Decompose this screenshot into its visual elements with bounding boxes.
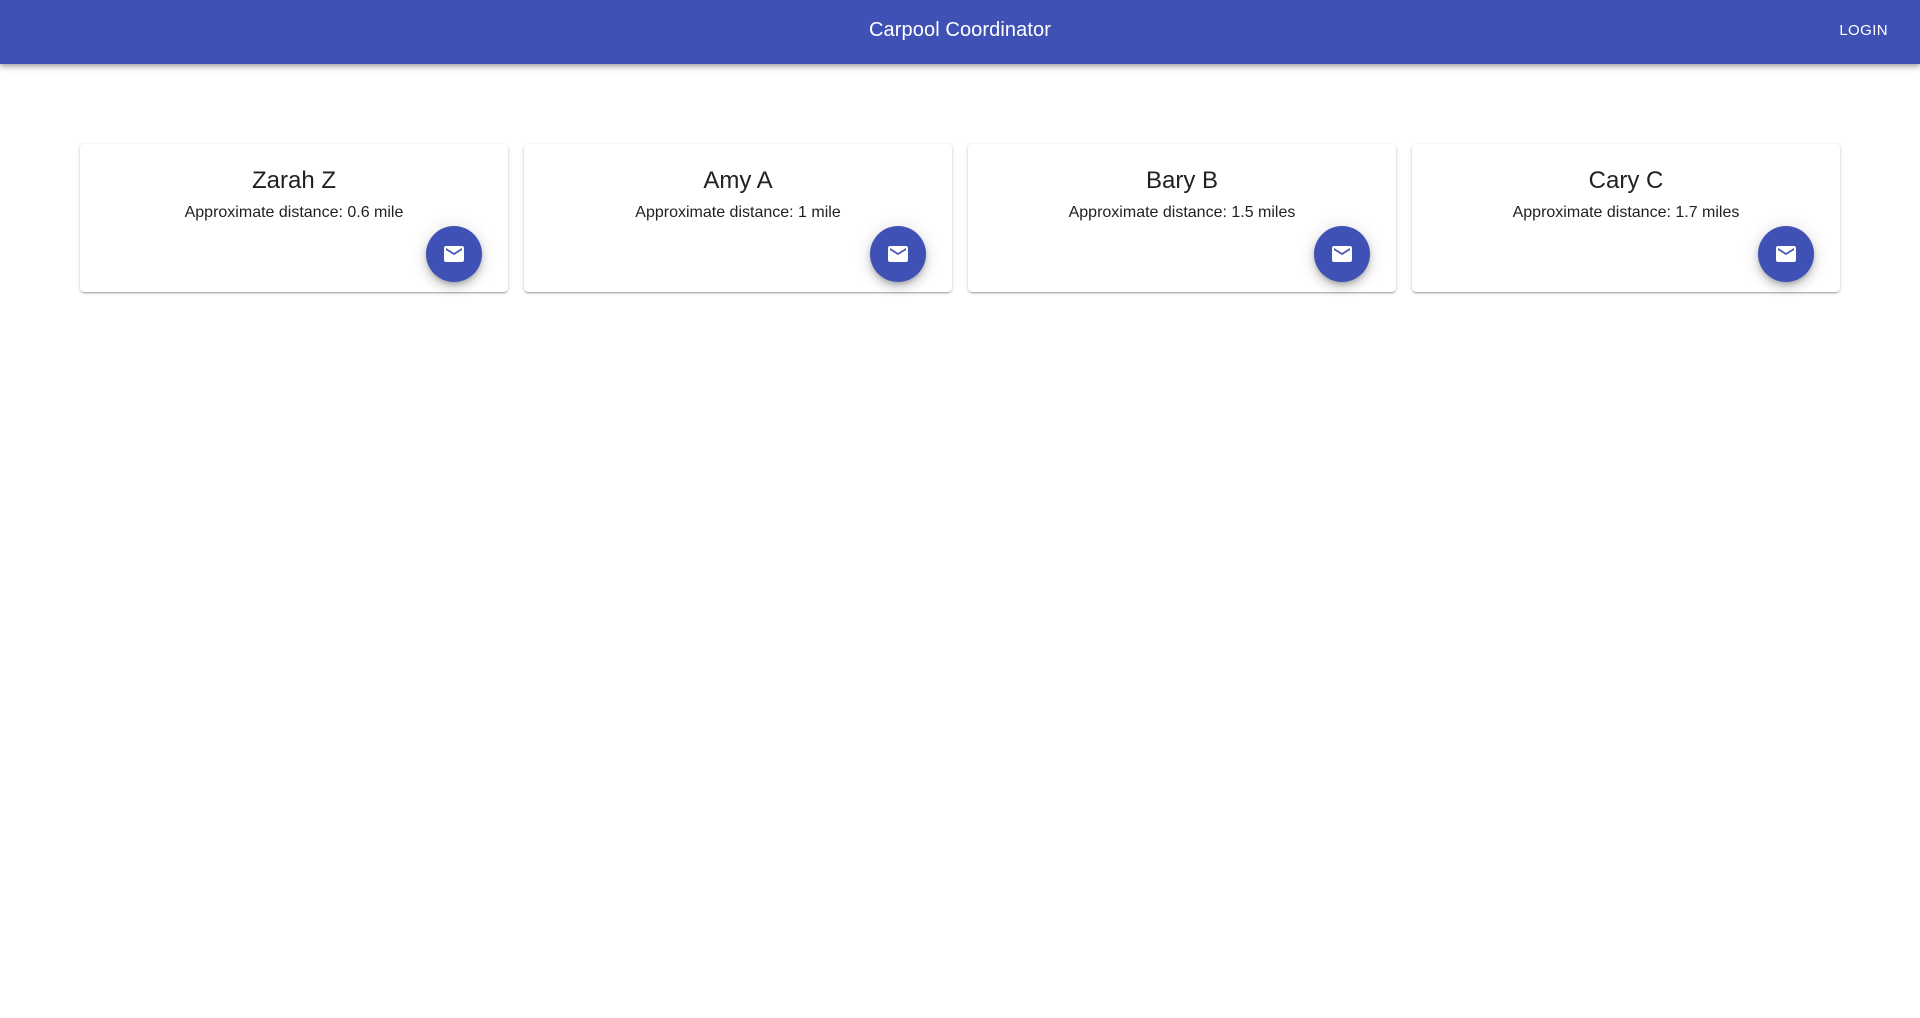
email-button[interactable] [1758, 226, 1814, 282]
email-button[interactable] [426, 226, 482, 282]
mail-icon [444, 246, 464, 262]
app-bar: Carpool Coordinator LOGIN [0, 0, 1920, 64]
mail-icon [1332, 246, 1352, 262]
rider-distance: Approximate distance: 0.6 mile [184, 204, 404, 221]
rider-name: Amy A [703, 167, 773, 194]
login-button[interactable]: LOGIN [1827, 14, 1900, 48]
mail-icon [1776, 246, 1796, 262]
rider-distance: Approximate distance: 1.5 miles [1068, 204, 1296, 221]
mail-icon [888, 246, 908, 262]
rider-name: Bary B [1145, 167, 1219, 194]
rider-card: Bary B Approximate distance: 1.5 miles [968, 144, 1396, 292]
rider-distance: Approximate distance: 1.7 miles [1512, 204, 1740, 221]
rider-distance: Approximate distance: 1 mile [635, 204, 841, 221]
email-button[interactable] [1314, 226, 1370, 282]
rider-card: Amy A Approximate distance: 1 mile [524, 144, 952, 292]
rider-name: Zarah Z [251, 167, 337, 194]
rider-name: Cary C [1588, 167, 1664, 194]
rider-card: Cary C Approximate distance: 1.7 miles [1412, 144, 1840, 292]
app-title: Carpool Coordinator [869, 19, 1051, 41]
email-button[interactable] [870, 226, 926, 282]
rider-card: Zarah Z Approximate distance: 0.6 mile [80, 144, 508, 292]
rider-card-list: Zarah Z Approximate distance: 0.6 mile A… [80, 144, 1840, 292]
